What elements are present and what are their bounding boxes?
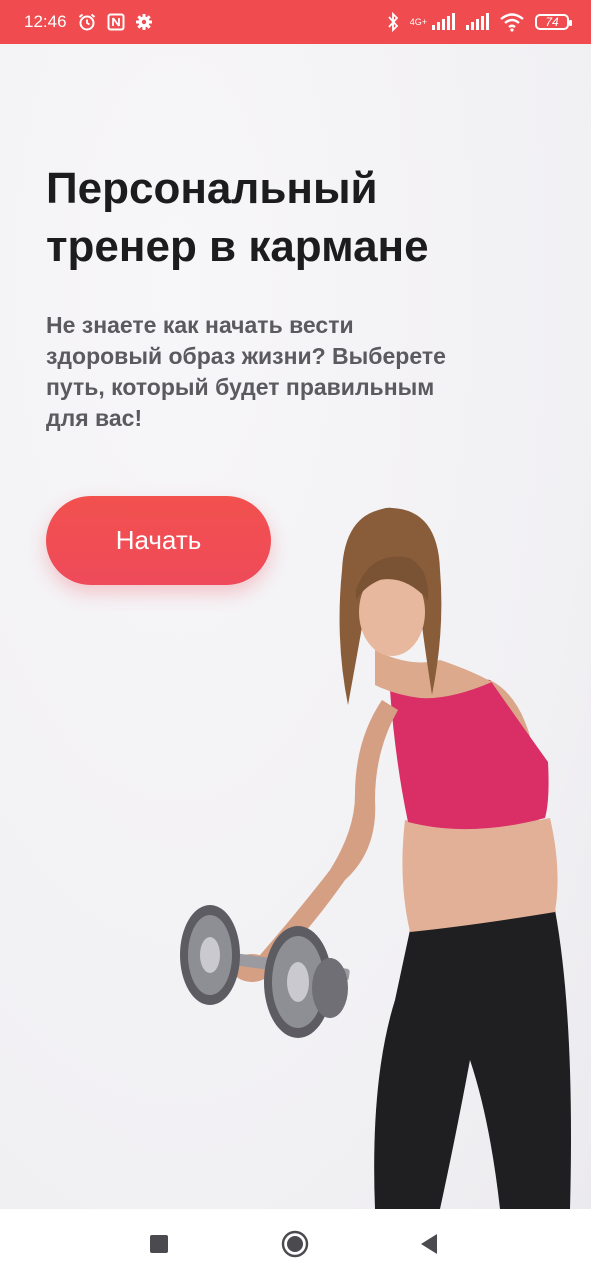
system-navigation-bar xyxy=(0,1209,591,1280)
status-left: 12:46 xyxy=(24,12,153,32)
woman-with-dumbbell-illustration xyxy=(180,507,571,1209)
torso-skin xyxy=(402,818,558,932)
onboarding-screen: Персональный тренер в кармане Не знаете … xyxy=(0,44,591,1209)
signal-icon xyxy=(465,13,489,31)
arm-left xyxy=(260,700,398,970)
home-circle-icon[interactable] xyxy=(270,1219,320,1269)
leggings xyxy=(374,910,571,1209)
status-time: 12:46 xyxy=(24,12,67,31)
battery-icon: 74 xyxy=(535,14,572,30)
bluetooth-icon xyxy=(386,12,400,32)
page-subtitle: Не знаете как начать вести здоровый обра… xyxy=(46,312,446,431)
status-bar: 12:46 4G+ 74 xyxy=(0,0,591,44)
alarm-icon xyxy=(77,12,97,32)
back-triangle-icon[interactable] xyxy=(404,1219,454,1269)
network-type-label: 4G+ xyxy=(409,16,427,27)
page-title: Персональный тренер в кармане xyxy=(46,164,429,271)
dumbbell xyxy=(180,905,350,1038)
wifi-icon xyxy=(499,12,525,32)
recent-apps-square-icon[interactable] xyxy=(134,1219,184,1269)
signal-icon xyxy=(431,13,455,31)
status-right: 4G+ 74 xyxy=(386,12,572,32)
sports-bra xyxy=(390,676,549,830)
nfc-icon xyxy=(107,13,125,31)
settings-gear-icon xyxy=(135,13,153,31)
